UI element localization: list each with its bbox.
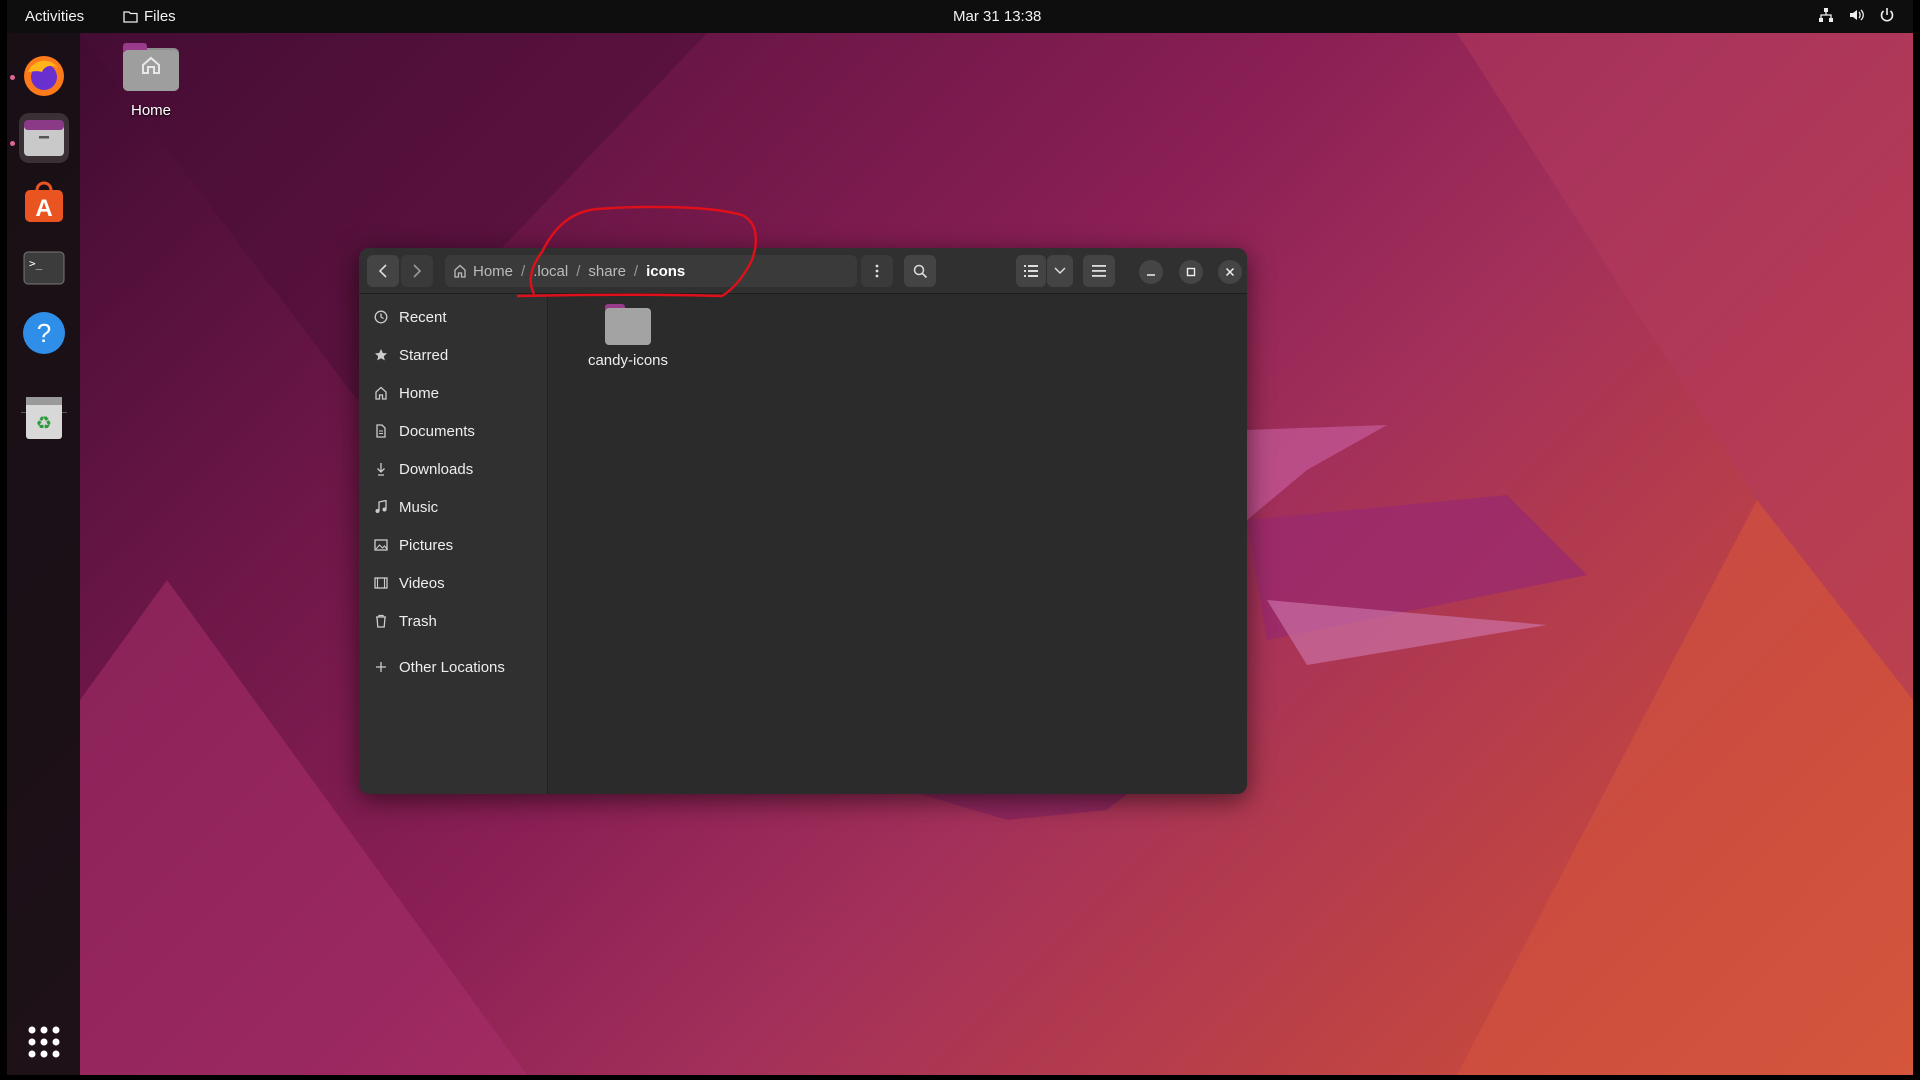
sidebar-item-label: Recent: [399, 308, 447, 326]
terminal-icon[interactable]: >_: [19, 243, 69, 293]
maximize-icon: [1186, 267, 1196, 277]
desktop-home-label: Home: [130, 102, 171, 119]
sidebar-item-trash[interactable]: Trash: [359, 604, 548, 638]
app-menu[interactable]: Files: [123, 8, 176, 25]
list-view-icon: [1024, 265, 1038, 277]
view-list-button[interactable]: [1016, 255, 1046, 287]
close-icon: [1225, 267, 1235, 277]
svg-text:♻: ♻: [36, 413, 52, 434]
maximize-button[interactable]: [1179, 260, 1203, 284]
trash-icon[interactable]: ♻: [19, 393, 69, 443]
top-bar: Activities Files Mar 31 13:38: [7, 0, 1913, 33]
dock: A >_ ? ♻: [7, 33, 80, 1075]
path-bar: Home / .local / share / icons: [445, 255, 857, 287]
app-menu-label: Files: [144, 8, 176, 25]
sidebar-item-label: Other Locations: [399, 658, 505, 676]
breadcrumb-local[interactable]: .local: [525, 263, 576, 280]
search-icon: [913, 264, 927, 278]
help-icon[interactable]: ?: [19, 308, 69, 358]
breadcrumb-home-label: Home: [473, 262, 514, 280]
desktop: Activities Files Mar 31 13:38 A >_ ? ♻ H…: [7, 0, 1913, 1075]
main-menu-button[interactable]: [1083, 255, 1115, 287]
sidebar-item-label: Pictures: [399, 536, 454, 554]
sidebar-item-label: Trash: [399, 612, 437, 630]
sidebar-item-videos[interactable]: Videos: [359, 566, 548, 600]
close-button[interactable]: [1218, 260, 1242, 284]
sidebar-item-label: Videos: [399, 574, 445, 592]
more-vertical-icon: [875, 264, 879, 278]
svg-text:A: A: [35, 195, 52, 222]
desktop-home-icon[interactable]: Home: [111, 40, 191, 119]
home-folder-icon: [123, 43, 179, 91]
clock[interactable]: Mar 31 13:38: [953, 8, 1041, 25]
file-item[interactable]: candy-icons: [578, 302, 678, 369]
power-icon: [1880, 8, 1894, 22]
sidebar-item-documents[interactable]: Documents: [359, 414, 548, 448]
download-icon: [373, 462, 389, 476]
trash-icon: [373, 614, 389, 628]
sidebar-item-recent[interactable]: Recent: [359, 300, 548, 334]
clock-icon: [373, 310, 389, 324]
sidebar-item-label: Music: [399, 498, 439, 516]
forward-button[interactable]: [401, 255, 433, 287]
sidebar-item-label: Downloads: [399, 460, 474, 478]
sidebar-item-label: Starred: [399, 346, 449, 364]
music-icon: [373, 500, 389, 514]
sidebar-item-downloads[interactable]: Downloads: [359, 452, 548, 486]
system-tray[interactable]: [1818, 7, 1895, 23]
header-bar: Home / .local / share / icons: [359, 248, 1247, 294]
svg-text:?: ?: [37, 318, 51, 348]
search-button[interactable]: [904, 255, 936, 287]
sidebar-item-starred[interactable]: Starred: [359, 338, 548, 372]
breadcrumb-share[interactable]: share: [580, 263, 634, 280]
path-menu-button[interactable]: [861, 255, 893, 287]
breadcrumb-icons[interactable]: icons: [638, 263, 693, 280]
document-icon: [373, 424, 389, 438]
file-view[interactable]: candy-icons: [548, 294, 1247, 794]
plus-icon: [373, 661, 389, 673]
home-icon: [454, 264, 466, 278]
volume-icon: [1850, 9, 1864, 21]
sidebar-item-other-locations[interactable]: Other Locations: [359, 650, 548, 684]
app-center-icon[interactable]: A: [19, 178, 69, 228]
running-indicator: [10, 141, 15, 146]
view-options-button[interactable]: [1047, 255, 1073, 287]
picture-icon: [373, 538, 389, 552]
sidebar: Recent Starred Home Documents Downloads …: [359, 294, 548, 794]
breadcrumb-home[interactable]: Home: [445, 263, 521, 280]
star-icon: [373, 348, 389, 362]
sidebar-item-label: Documents: [399, 422, 475, 440]
sidebar-item-home[interactable]: Home: [359, 376, 548, 410]
home-icon: [373, 386, 389, 400]
chevron-right-icon: [413, 264, 422, 278]
file-manager-window: Home / .local / share / icons Recent Sta…: [359, 248, 1247, 794]
network-icon: [1819, 8, 1833, 22]
svg-text:>_: >_: [29, 257, 43, 270]
minimize-button[interactable]: [1139, 260, 1163, 284]
hamburger-menu-icon: [1092, 265, 1106, 277]
show-apps-icon[interactable]: [19, 1017, 69, 1067]
sidebar-item-label: Home: [399, 384, 440, 402]
running-indicator: [10, 75, 15, 80]
firefox-icon[interactable]: [19, 51, 69, 101]
file-name: candy-icons: [587, 352, 669, 369]
back-button[interactable]: [367, 255, 399, 287]
minimize-icon: [1147, 274, 1155, 276]
chevron-down-icon: [1054, 267, 1066, 275]
folder-icon: [123, 11, 138, 23]
folder-icon: [605, 304, 651, 345]
chevron-left-icon: [378, 264, 387, 278]
video-icon: [373, 576, 389, 590]
sidebar-item-music[interactable]: Music: [359, 490, 548, 524]
sidebar-item-pictures[interactable]: Pictures: [359, 528, 548, 562]
files-icon[interactable]: [19, 113, 69, 163]
activities-button[interactable]: Activities: [25, 8, 84, 25]
